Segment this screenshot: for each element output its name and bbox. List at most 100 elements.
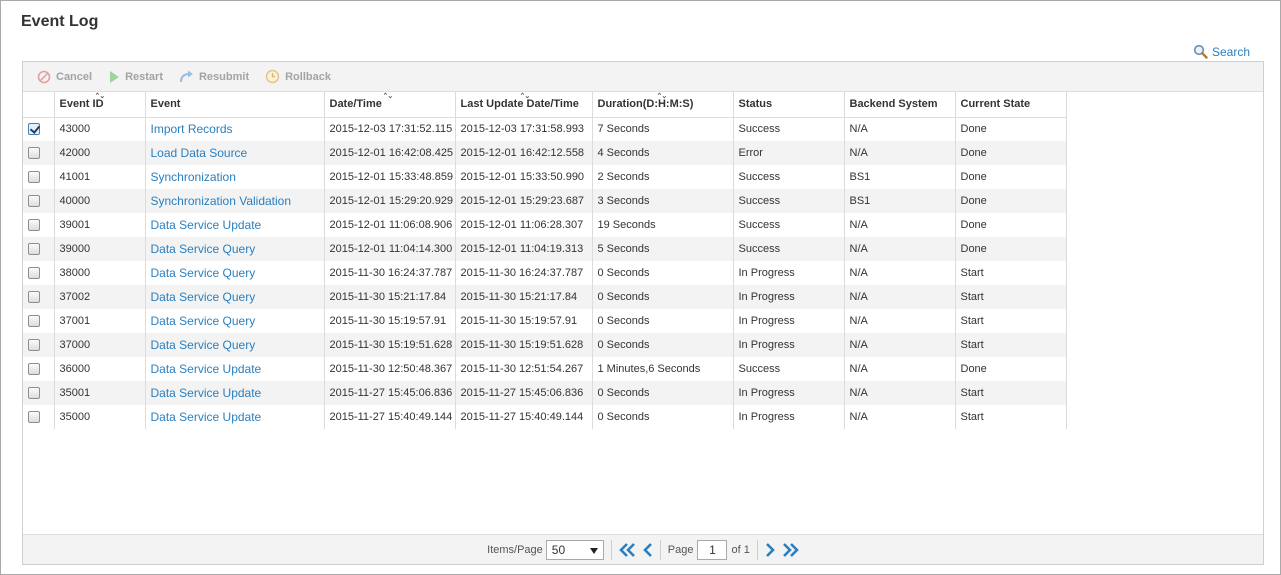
row-checkbox[interactable] [28, 339, 40, 352]
row-checkbox[interactable] [28, 147, 40, 160]
table-row[interactable]: 37000 Data Service Query 2015-11-30 15:19:… [23, 333, 1067, 357]
divider [659, 539, 661, 560]
search-link[interactable]: Search [1193, 44, 1250, 59]
duration-cell: 3 Seconds [592, 189, 734, 213]
row-select-cell [23, 381, 55, 405]
restart-button[interactable]: Restart [108, 70, 163, 84]
row-checkbox[interactable] [28, 291, 40, 304]
page-count-label: of 1 [731, 543, 750, 556]
date-time-cell: 2015-11-30 15:19:57.91 [324, 309, 456, 333]
status-cell: In Progress [733, 261, 845, 285]
column-header-event[interactable]: Event [145, 92, 325, 118]
current-state-cell: Done [955, 213, 1067, 237]
backend-system-cell: N/A [844, 285, 956, 309]
event-log-window: Event Log Search Cancel Restart Resubmit… [0, 0, 1281, 575]
table-row[interactable]: 39000 Data Service Query 2015-12-01 11:04:… [23, 237, 1067, 261]
status-cell: In Progress [733, 381, 845, 405]
row-checkbox[interactable] [28, 195, 40, 208]
status-cell: Success [733, 357, 845, 381]
row-checkbox[interactable] [28, 267, 40, 280]
row-select-cell [23, 333, 55, 357]
items-per-page-select[interactable]: 50 [545, 539, 604, 560]
play-icon [108, 70, 120, 84]
table-row[interactable]: 39001 Data Service Update 2015-12-01 11:06… [23, 213, 1067, 237]
event-link[interactable]: Synchronization Validation [145, 189, 325, 213]
date-time-cell: 2015-12-01 16:42:08.425 [324, 141, 456, 165]
table-row[interactable]: 36000 Data Service Update 2015-11-30 12:50… [23, 357, 1067, 381]
row-checkbox[interactable] [28, 171, 40, 184]
event-id-cell: 35001 [54, 381, 146, 405]
date-time-cell: 2015-11-27 15:40:49.144 [324, 405, 456, 429]
event-link[interactable]: Data Service Update [145, 381, 325, 405]
next-page-icon[interactable] [765, 542, 775, 557]
table-row[interactable]: 37001 Data Service Query 2015-11-30 15:19:… [23, 309, 1067, 333]
row-checkbox[interactable] [28, 219, 40, 232]
date-time-cell: 2015-12-01 11:04:14.300 [324, 237, 456, 261]
backend-system-cell: N/A [844, 261, 956, 285]
event-link[interactable]: Data Service Query [145, 261, 325, 285]
column-header-current-state[interactable]: Current State [955, 92, 1067, 118]
event-link[interactable]: Data Service Query [145, 309, 325, 333]
search-label: Search [1211, 44, 1250, 59]
first-page-icon[interactable] [618, 542, 637, 557]
status-cell: Success [733, 117, 845, 141]
current-state-cell: Done [955, 141, 1067, 165]
last-update-cell: 2015-11-27 15:40:49.144 [455, 405, 593, 429]
date-time-cell: 2015-11-30 12:50:48.367 [324, 357, 456, 381]
event-link[interactable]: Data Service Query [145, 333, 325, 357]
status-cell: In Progress [733, 309, 845, 333]
table-row[interactable]: 37002 Data Service Query 2015-11-30 15:21:… [23, 285, 1067, 309]
divider [610, 539, 612, 560]
row-checkbox[interactable] [28, 243, 40, 256]
row-checkbox[interactable] [28, 363, 40, 376]
last-update-cell: 2015-11-30 16:24:37.787 [455, 261, 593, 285]
event-link[interactable]: Data Service Update [145, 405, 325, 429]
date-time-cell: 2015-11-30 15:21:17.84 [324, 285, 456, 309]
event-link[interactable]: Synchronization [145, 165, 325, 189]
last-update-cell: 2015-12-01 16:42:12.558 [455, 141, 593, 165]
table-row[interactable]: 38000 Data Service Query 2015-11-30 16:24:… [23, 261, 1067, 285]
duration-cell: 0 Seconds [592, 285, 734, 309]
row-checkbox[interactable] [28, 411, 40, 424]
page-number-input[interactable]: 1 [697, 539, 728, 560]
table-row[interactable]: 40000 Synchronization Validation 2015-12-0… [23, 189, 1067, 213]
last-page-icon[interactable] [781, 542, 799, 557]
last-update-cell: 2015-11-30 15:19:51.628 [455, 333, 593, 357]
divider [756, 539, 758, 560]
column-header-duration[interactable]: ⌃⌄ Duration(D:H:M:S) [592, 92, 734, 118]
status-cell: Success [733, 237, 845, 261]
table-row[interactable]: 42000 Load Data Source 2015-12-01 16:42:08… [23, 141, 1067, 165]
row-checkbox[interactable] [28, 387, 40, 400]
table-row[interactable]: 41001 Synchronization 2015-12-01 15:33:48.… [23, 165, 1067, 189]
event-link[interactable]: Data Service Update [145, 213, 325, 237]
column-header-last-update[interactable]: ⌃⌄ Last Update Date/Time [455, 92, 593, 118]
event-link[interactable]: Data Service Query [145, 237, 325, 261]
event-link[interactable]: Load Data Source [145, 141, 325, 165]
previous-page-icon[interactable] [642, 542, 653, 557]
table-row[interactable]: 35000 Data Service Update 2015-11-27 15:40… [23, 405, 1067, 429]
table-row[interactable]: 35001 Data Service Update 2015-11-27 15:45… [23, 381, 1067, 405]
resubmit-button[interactable]: Resubmit [179, 70, 249, 84]
table-row[interactable]: 43000 Import Records 2015-12-03 17:31:52.1… [23, 117, 1067, 141]
page-title: Event Log [21, 13, 99, 30]
row-select-cell [23, 285, 55, 309]
row-checkbox[interactable] [28, 315, 40, 328]
sort-icon: ⌃⌄ [382, 93, 394, 100]
last-update-cell: 2015-11-30 12:51:54.267 [455, 357, 593, 381]
cancel-button[interactable]: Cancel [37, 70, 92, 84]
event-link[interactable]: Data Service Query [145, 285, 325, 309]
event-link[interactable]: Data Service Update [145, 357, 325, 381]
column-header-status[interactable]: Status [733, 92, 845, 118]
row-select-cell [23, 237, 55, 261]
column-header-backend-system[interactable]: Backend System [844, 92, 956, 118]
column-header-event-id[interactable]: ⌃⌄ Event ID [54, 92, 146, 118]
current-state-cell: Start [955, 285, 1067, 309]
status-cell: In Progress [733, 405, 845, 429]
row-checkbox[interactable] [28, 123, 40, 136]
column-header-date-time[interactable]: ⌃⌄ Date/Time [324, 92, 456, 118]
rollback-button[interactable]: Rollback [265, 69, 331, 84]
current-state-cell: Start [955, 381, 1067, 405]
date-time-cell: 2015-12-03 17:31:52.115 [324, 117, 456, 141]
event-link[interactable]: Import Records [145, 117, 325, 141]
duration-cell: 4 Seconds [592, 141, 734, 165]
